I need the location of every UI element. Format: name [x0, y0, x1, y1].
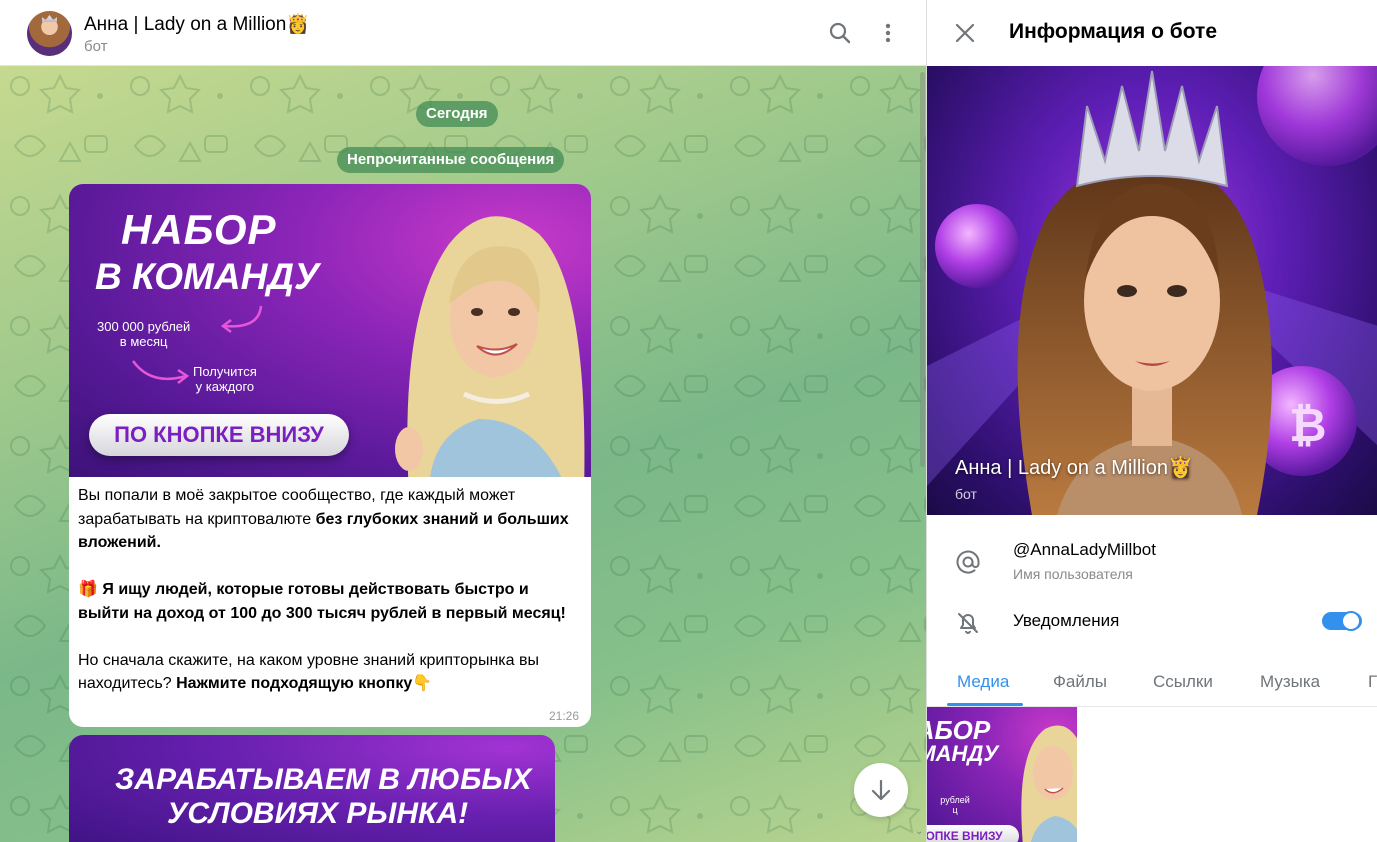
- message-time: 21:26: [548, 709, 579, 723]
- tab-more[interactable]: Г: [1368, 672, 1377, 692]
- avatar[interactable]: [27, 11, 72, 56]
- arrow-icon: [220, 305, 263, 333]
- profile-status: бот: [955, 486, 977, 502]
- chat-status: бот: [84, 38, 108, 55]
- svg-text:₿: ₿: [1289, 398, 1327, 452]
- at-icon: [955, 549, 981, 575]
- text-bold: Я ищу людей, которые готовы действовать …: [78, 581, 566, 622]
- info-title: Информация о боте: [1009, 20, 1218, 43]
- notifications-toggle[interactable]: [1322, 611, 1362, 631]
- tab-music[interactable]: Музыка: [1260, 672, 1320, 692]
- chevron-down-icon[interactable]: ⌄: [915, 826, 925, 838]
- username-label: Имя пользователя: [1013, 566, 1133, 582]
- scroll-down-button[interactable]: [854, 763, 908, 817]
- woman-photo: [395, 216, 585, 477]
- bot-info-panel: Информация о боте ₿ Анна | Lady on a Mil…: [926, 0, 1377, 842]
- arrow-icon: [131, 360, 190, 384]
- tab-indicator: [947, 703, 1023, 706]
- tab-media[interactable]: Медиа: [957, 672, 1009, 692]
- promo2-heading-1: ЗАРАБАТЫВАЕМ В ЛЮБЫХ: [115, 763, 532, 796]
- media-thumbnail[interactable]: НАБОР КОМАНДУ рублей ц Получится у каждо…: [927, 707, 1077, 842]
- promo-image[interactable]: НАБОР В КОМАНДУ 300 000 рублей в месяц П…: [69, 184, 591, 477]
- info-header: Информация о боте: [927, 0, 1377, 66]
- search-button[interactable]: [825, 18, 855, 48]
- media-tabs: Медиа Файлы Ссылки Музыка Г: [927, 655, 1377, 707]
- username[interactable]: @AnnaLadyMillbot: [1013, 540, 1156, 560]
- message-paragraph: Вы попали в моё закрытое сообщество, где…: [78, 484, 584, 555]
- notifications-label: Уведомления: [1013, 611, 1120, 630]
- thumbnail-heading-2: КОМАНДУ: [927, 741, 999, 766]
- bell-off-icon: [955, 610, 981, 636]
- text-bold: Нажмите подходящую кнопку👇: [176, 675, 433, 692]
- unread-separator: Непрочитанные сообщения: [337, 147, 565, 173]
- crown-icon: [42, 15, 57, 22]
- close-button[interactable]: [951, 19, 979, 47]
- search-icon: [829, 22, 851, 44]
- profile-photo[interactable]: ₿ Анна | Lady on a Million👸 бот: [927, 66, 1377, 515]
- chat-column: Анна | Lady on a Million👸 бот Сегодня Не…: [0, 0, 926, 842]
- chat-header[interactable]: Анна | Lady on a Million👸 бот: [0, 0, 926, 66]
- more-vertical-icon: [885, 23, 891, 43]
- chat-title[interactable]: Анна | Lady on a Million👸: [84, 12, 310, 36]
- more-button[interactable]: [873, 18, 903, 48]
- gift-icon: 🎁: [78, 581, 98, 598]
- promo-cta-badge: ПО КНОПКЕ ВНИЗУ: [89, 414, 349, 456]
- promo-note-income: 300 000 рублей в месяц: [97, 319, 191, 349]
- promo-note-everyone: Получится у каждого: [193, 364, 257, 394]
- tab-files[interactable]: Файлы: [1053, 672, 1107, 692]
- chat-scrollbar[interactable]: [920, 72, 925, 467]
- message-bubble-2[interactable]: ЗАРАБАТЫВАЕМ В ЛЮБЫХ УСЛОВИЯХ РЫНКА!: [69, 735, 555, 842]
- profile-name: Анна | Lady on a Million👸: [955, 457, 1193, 479]
- tab-links[interactable]: Ссылки: [1153, 672, 1213, 692]
- close-icon: [955, 23, 975, 43]
- message-paragraph: Но сначала скажите, на каком уровне знан…: [78, 649, 584, 696]
- thumbnail-woman: [1021, 725, 1077, 842]
- message-bubble[interactable]: НАБОР В КОМАНДУ 300 000 рублей в месяц П…: [69, 184, 591, 727]
- promo-heading-2: В КОМАНДУ: [95, 256, 320, 297]
- message-text: Вы попали в моё закрытое сообщество, где…: [78, 484, 584, 719]
- promo-heading-1: НАБОР: [121, 206, 277, 253]
- message-paragraph: 🎁 Я ищу людей, которые готовы действоват…: [78, 578, 584, 625]
- thumbnail-cta: ОПКЕ ВНИЗУ: [927, 825, 1019, 842]
- profile-portrait: ₿: [927, 66, 1377, 515]
- promo2-heading-2: УСЛОВИЯХ РЫНКА!: [167, 797, 469, 830]
- date-separator: Сегодня: [416, 101, 498, 127]
- arrow-down-icon: [871, 779, 891, 801]
